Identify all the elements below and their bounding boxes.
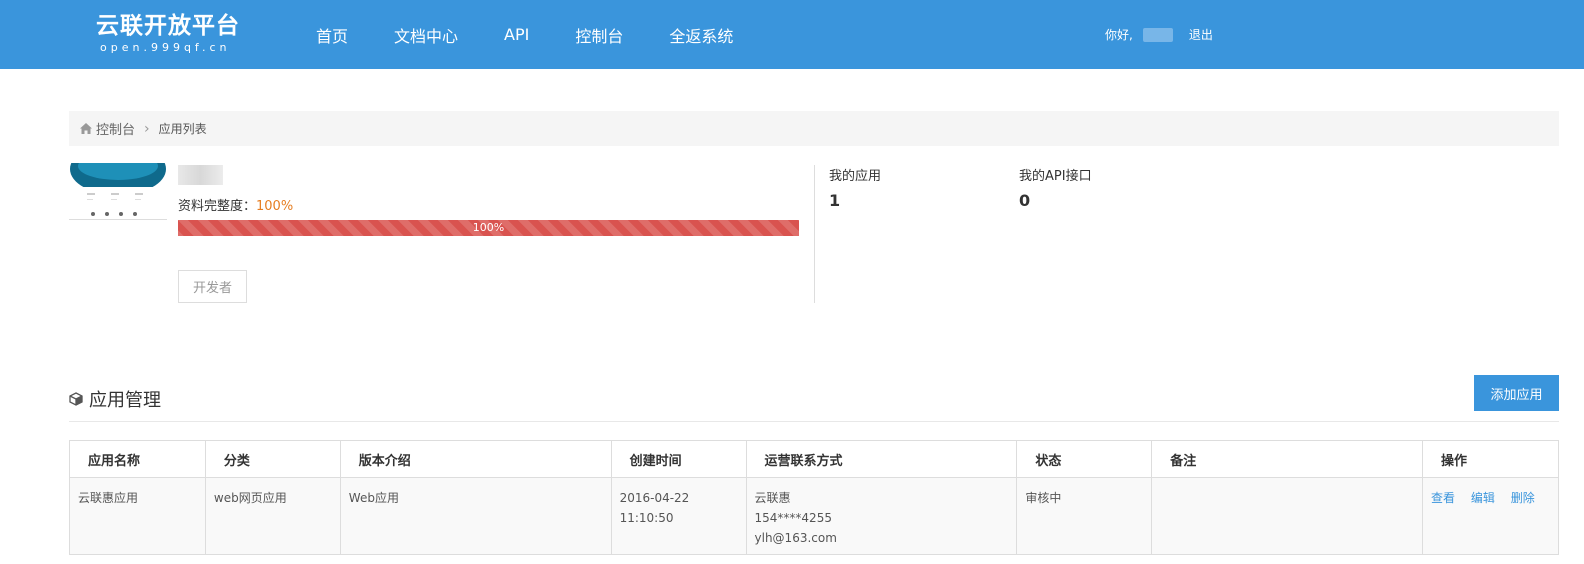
- col-version: 版本介绍: [339, 440, 612, 478]
- section-title: 应用管理: [69, 386, 161, 412]
- nav-home[interactable]: 首页: [316, 23, 348, 47]
- my-api-count[interactable]: 0: [1019, 191, 1030, 210]
- breadcrumb: 控制台 › 应用列表: [69, 111, 1559, 146]
- completeness-value: 100%: [256, 199, 294, 214]
- nav-docs[interactable]: 文档中心: [394, 23, 458, 47]
- delete-link[interactable]: 删除: [1511, 491, 1535, 505]
- logo-subtitle: open.999qf.cn: [100, 41, 231, 54]
- my-apps-label: 我的应用: [829, 169, 882, 184]
- cell-contact: 云联惠 154****4255 ylh@163.com: [745, 477, 1018, 555]
- contact-phone: 154****4255: [754, 511, 832, 525]
- breadcrumb-separator: ›: [144, 120, 150, 137]
- logout-link[interactable]: 退出: [1189, 26, 1213, 43]
- main-nav: 首页 文档中心 API 控制台 全返系统: [316, 0, 779, 69]
- cell-remark: [1151, 477, 1424, 555]
- cell-status: 审核中: [1016, 477, 1153, 555]
- app-table: 应用名称 分类 版本介绍 创建时间 运营联系方式 状态 备注 操作 云联惠应用 …: [69, 440, 1559, 555]
- breadcrumb-current: 应用列表: [158, 122, 207, 136]
- nav-cashback[interactable]: 全返系统: [669, 23, 733, 47]
- home-icon: [80, 123, 92, 134]
- col-app-name: 应用名称: [69, 440, 206, 478]
- cell-actions: 查看 编辑 删除: [1422, 477, 1559, 555]
- avatar: [69, 163, 167, 220]
- table-row: 云联惠应用 web网页应用 Web应用 2016-04-22 11:10:50 …: [69, 477, 1559, 555]
- view-link[interactable]: 查看: [1431, 491, 1455, 505]
- cell-app-name: 云联惠应用: [69, 477, 206, 555]
- my-api-label: 我的API接口: [1019, 169, 1092, 184]
- top-navbar: 云联开放平台 open.999qf.cn 首页 文档中心 API 控制台 全返系…: [0, 0, 1584, 69]
- user-area: 你好, 退出: [1105, 26, 1213, 43]
- col-category: 分类: [204, 440, 341, 478]
- col-actions: 操作: [1422, 440, 1559, 478]
- cell-created: 2016-04-22 11:10:50: [610, 477, 747, 555]
- completeness-label: 资料完整度：: [178, 199, 257, 214]
- logo-title: 云联开放平台: [96, 13, 240, 39]
- cell-category: web网页应用: [204, 477, 341, 555]
- username-redacted: [178, 165, 223, 185]
- logo[interactable]: 云联开放平台 open.999qf.cn: [96, 12, 240, 55]
- username-redacted: [1142, 27, 1173, 42]
- progress-label: 100%: [472, 221, 505, 234]
- section-divider: [69, 421, 1559, 422]
- divider: [814, 165, 815, 303]
- nav-console[interactable]: 控制台: [575, 23, 623, 47]
- contact-name: 云联惠: [754, 491, 791, 505]
- contact-email: ylh@163.com: [754, 531, 837, 545]
- completeness-text: 资料完整度：100%: [178, 195, 293, 214]
- my-apps-count[interactable]: 1: [829, 191, 840, 210]
- cell-version: Web应用: [339, 477, 612, 555]
- cube-icon: [69, 392, 83, 406]
- greeting: 你好,: [1105, 28, 1133, 42]
- table-header-row: 应用名称 分类 版本介绍 创建时间 运营联系方式 状态 备注 操作: [69, 440, 1559, 478]
- col-created: 创建时间: [610, 440, 747, 478]
- col-status: 状态: [1016, 440, 1153, 478]
- breadcrumb-console[interactable]: 控制台: [96, 119, 135, 138]
- edit-link[interactable]: 编辑: [1471, 491, 1495, 505]
- nav-api[interactable]: API: [504, 25, 529, 44]
- add-app-button[interactable]: 添加应用: [1474, 375, 1559, 411]
- completeness-progress-bar: 100%: [178, 220, 799, 236]
- section-title-text: 应用管理: [89, 390, 161, 411]
- developer-role-button[interactable]: 开发者: [178, 270, 247, 303]
- col-contact: 运营联系方式: [745, 440, 1018, 478]
- col-remark: 备注: [1151, 440, 1424, 478]
